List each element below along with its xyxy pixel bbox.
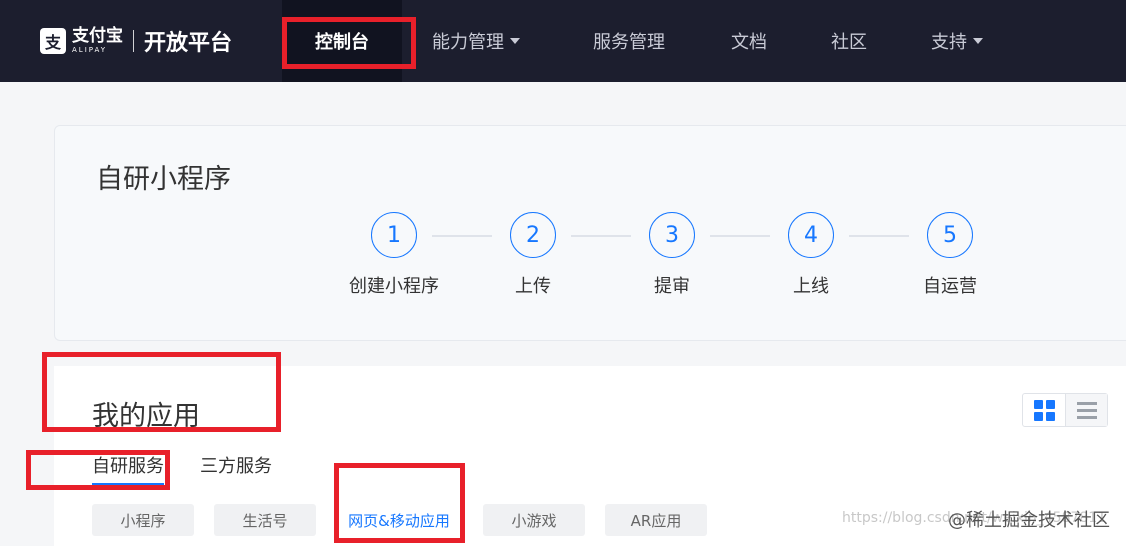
nav-support-label: 支持: [931, 32, 967, 53]
step-number: 4: [788, 212, 834, 258]
nav-docs-label: 文档: [731, 32, 767, 53]
highlight-box-my-apps: [42, 352, 281, 432]
nav-capability[interactable]: 能力管理: [432, 0, 520, 82]
step-label: 自运营: [923, 276, 977, 297]
step-number: 1: [371, 212, 417, 258]
logo-text: 支付宝 ALIPAY: [72, 28, 123, 54]
chip-life-account[interactable]: 生活号: [214, 504, 316, 536]
nav-support[interactable]: 支持: [931, 0, 983, 82]
nav-docs[interactable]: 文档: [731, 0, 767, 82]
chevron-down-icon: [510, 38, 520, 44]
step-upload: 2 上传: [473, 212, 593, 298]
view-toggle: [1022, 393, 1108, 427]
step-label: 创建小程序: [349, 276, 439, 297]
platform-title: 开放平台: [144, 31, 233, 56]
chip-ar-app[interactable]: AR应用: [605, 504, 707, 536]
list-view-button[interactable]: [1065, 394, 1107, 426]
alipay-logo[interactable]: 支 支付宝 ALIPAY 开放平台: [40, 26, 232, 56]
step-online: 4 上线: [751, 212, 871, 298]
grid-view-button[interactable]: [1023, 394, 1065, 426]
nav-community[interactable]: 社区: [831, 0, 867, 82]
step-label: 提审: [654, 276, 690, 297]
logo-en: ALIPAY: [72, 46, 108, 54]
step-number: 5: [927, 212, 973, 258]
chip-mini-game[interactable]: 小游戏: [483, 504, 585, 536]
step-create: 1 创建小程序: [334, 212, 454, 298]
chip-mini-program[interactable]: 小程序: [92, 504, 194, 536]
step-review: 3 提审: [612, 212, 732, 298]
nav-community-label: 社区: [831, 32, 867, 53]
nav-service[interactable]: 服务管理: [593, 0, 665, 82]
highlight-box-console: [282, 17, 416, 69]
step-operate: 5 自运营: [890, 212, 1010, 298]
nav-service-label: 服务管理: [593, 32, 665, 53]
steps-card-title: 自研小程序: [96, 164, 231, 195]
step-label: 上传: [515, 276, 551, 297]
highlight-box-web-chip: [334, 463, 465, 543]
logo-divider: [133, 30, 134, 52]
step-number: 3: [649, 212, 695, 258]
step-number: 2: [510, 212, 556, 258]
community-watermark: @稀土掘金技术社区: [948, 510, 1110, 531]
nav-capability-label: 能力管理: [432, 32, 504, 53]
tab-third-party[interactable]: 三方服务: [200, 452, 272, 478]
highlight-box-self-tab: [26, 450, 170, 490]
alipay-icon: 支: [40, 28, 66, 54]
logo-cn: 支付宝: [72, 26, 123, 46]
top-nav-bar: 支 支付宝 ALIPAY 开放平台 控制台 能力管理 服务管理 文档 社区 支持: [0, 0, 1126, 82]
step-label: 上线: [793, 276, 829, 297]
list-icon: [1076, 401, 1097, 419]
grid-icon: [1033, 399, 1055, 421]
chevron-down-icon: [973, 38, 983, 44]
